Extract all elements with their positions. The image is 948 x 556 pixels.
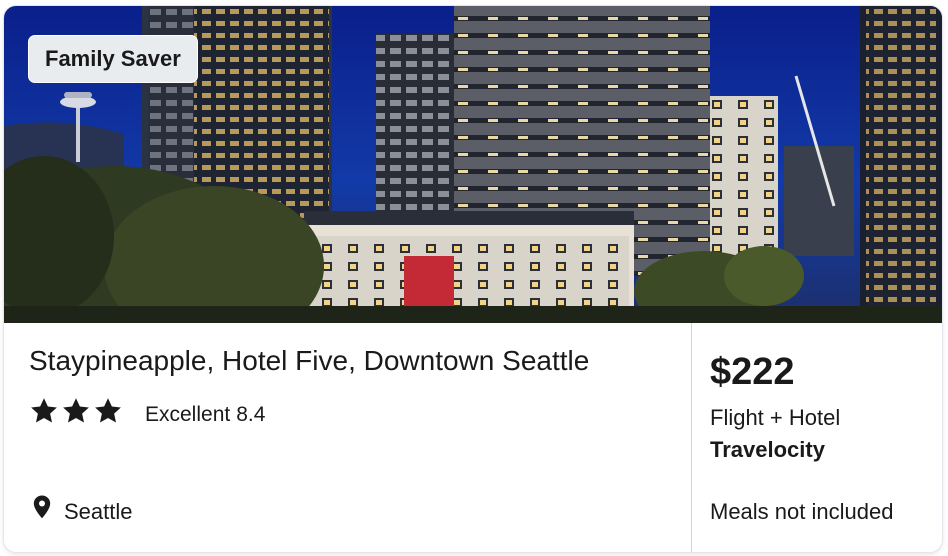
meals-info: Meals not included [710,499,894,524]
star-rating [29,395,123,427]
family-saver-badge: Family Saver [28,35,198,83]
price: $222 [710,351,795,393]
hotel-location: Seattle [64,499,133,524]
rating-score: 8.4 [236,403,266,426]
price-summary: $222 Flight + Hotel Travelocity Meals no… [693,323,942,552]
star-icon [95,398,121,423]
hotel-photo[interactable]: Family Saver [4,6,942,323]
rating-label: Excellent [145,403,231,426]
hotel-details: Staypineapple, Hotel Five, Downtown Seat… [4,323,942,552]
map-pin-icon [33,495,51,519]
hotel-name[interactable]: Staypineapple, Hotel Five, Downtown Seat… [29,345,589,377]
hotel-card[interactable]: Family Saver Staypineapple, Hotel Five, … [4,6,942,552]
star-icon [63,398,89,423]
guest-rating: Excellent 8.4 [145,403,265,427]
star-icon [31,398,57,423]
provider-name: Travelocity [710,437,825,462]
package-type: Flight + Hotel [710,405,841,430]
hotel-summary: Staypineapple, Hotel Five, Downtown Seat… [4,323,692,552]
